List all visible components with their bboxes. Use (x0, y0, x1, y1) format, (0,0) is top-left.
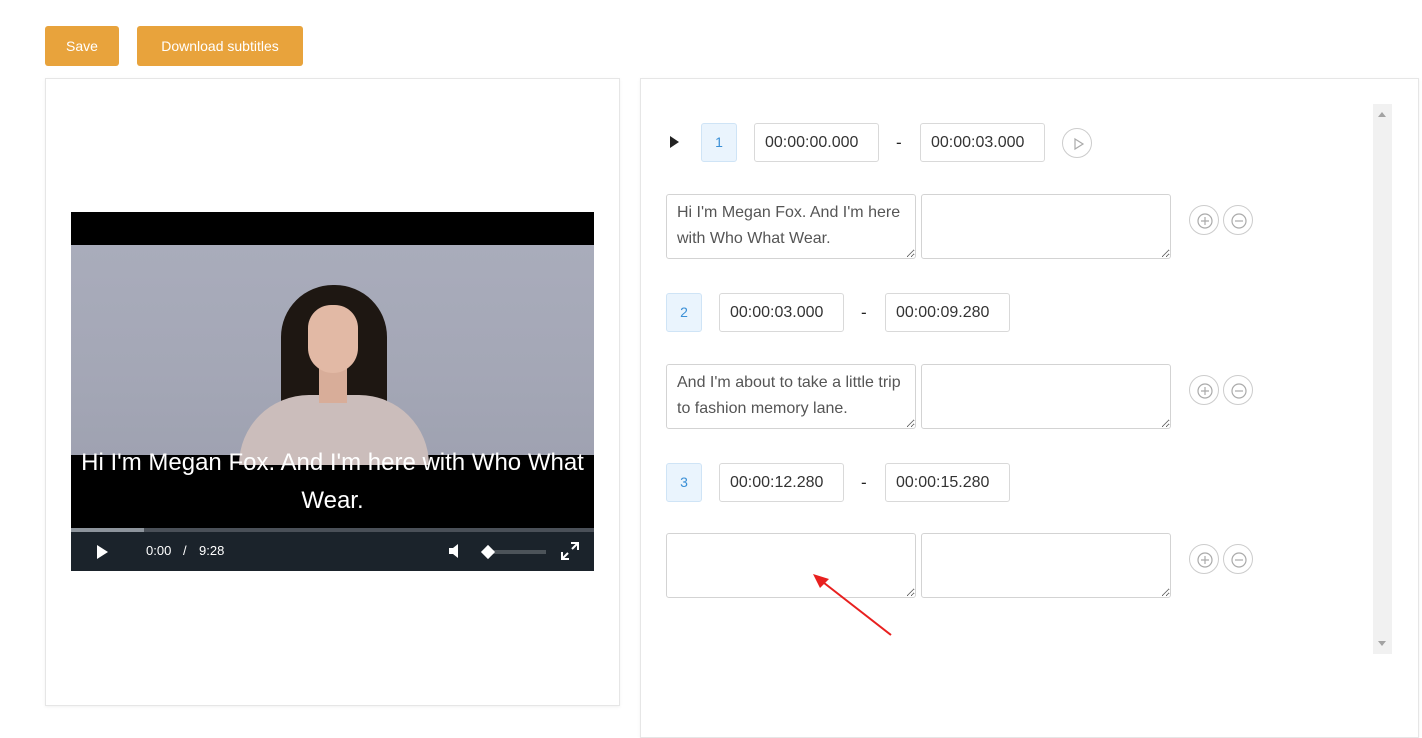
subtitle-end-time-input[interactable] (885, 293, 1010, 332)
duration: 9:28 (199, 543, 225, 558)
editor-scrollbar[interactable] (1373, 104, 1392, 654)
subtitle-end-time-input[interactable] (920, 123, 1045, 162)
fullscreen-icon[interactable] (560, 541, 580, 561)
subtitle-translation-input[interactable] (921, 533, 1171, 598)
annotation-arrow-icon (813, 574, 892, 636)
time-range-separator: - (896, 133, 902, 152)
video-player[interactable]: Hi I'm Megan Fox. And I'm here with Who … (71, 212, 594, 571)
subtitle-text-input[interactable]: Hi I'm Megan Fox. And I'm here with Who … (666, 194, 916, 259)
scroll-down-arrow-icon[interactable] (1378, 641, 1386, 646)
subtitle-end-time-input[interactable] (885, 463, 1010, 502)
plus-circle-icon[interactable] (1189, 544, 1219, 574)
video-frame (71, 245, 594, 465)
subtitle-start-time-input[interactable] (719, 293, 844, 332)
time-separator: / (183, 543, 187, 558)
volume-slider[interactable] (480, 544, 546, 560)
minus-circle-icon[interactable] (1223, 375, 1253, 405)
video-caption: Hi I'm Megan Fox. And I'm here with Who … (81, 449, 584, 514)
play-circle-icon[interactable] (1062, 128, 1092, 158)
minus-circle-icon[interactable] (1223, 544, 1253, 574)
save-button[interactable]: Save (45, 26, 119, 66)
play-icon[interactable] (93, 543, 111, 561)
volume-icon[interactable] (447, 542, 463, 560)
subtitle-start-time-input[interactable] (754, 123, 879, 162)
download-subtitles-button[interactable]: Download subtitles (137, 26, 303, 66)
subtitle-text-input[interactable]: And I'm about to take a little trip to f… (666, 364, 916, 429)
caret-right-icon[interactable] (670, 136, 679, 148)
plus-circle-icon[interactable] (1189, 375, 1219, 405)
plus-circle-icon[interactable] (1189, 205, 1219, 235)
scroll-up-arrow-icon[interactable] (1378, 112, 1386, 117)
subtitle-translation-input[interactable] (921, 364, 1171, 429)
subtitle-start-time-input[interactable] (719, 463, 844, 502)
subtitle-translation-input[interactable] (921, 194, 1171, 259)
subtitle-index-badge: 1 (701, 123, 737, 162)
current-time: 0:00 (146, 543, 172, 558)
video-controls: 0:00 / 9:28 (71, 532, 594, 571)
video-subject-face (308, 305, 358, 373)
subtitle-index-badge: 3 (666, 463, 702, 502)
subtitle-index-badge: 2 (666, 293, 702, 332)
time-range-separator: - (861, 473, 867, 492)
volume-handle[interactable] (480, 544, 496, 560)
time-range-separator: - (861, 303, 867, 322)
minus-circle-icon[interactable] (1223, 205, 1253, 235)
